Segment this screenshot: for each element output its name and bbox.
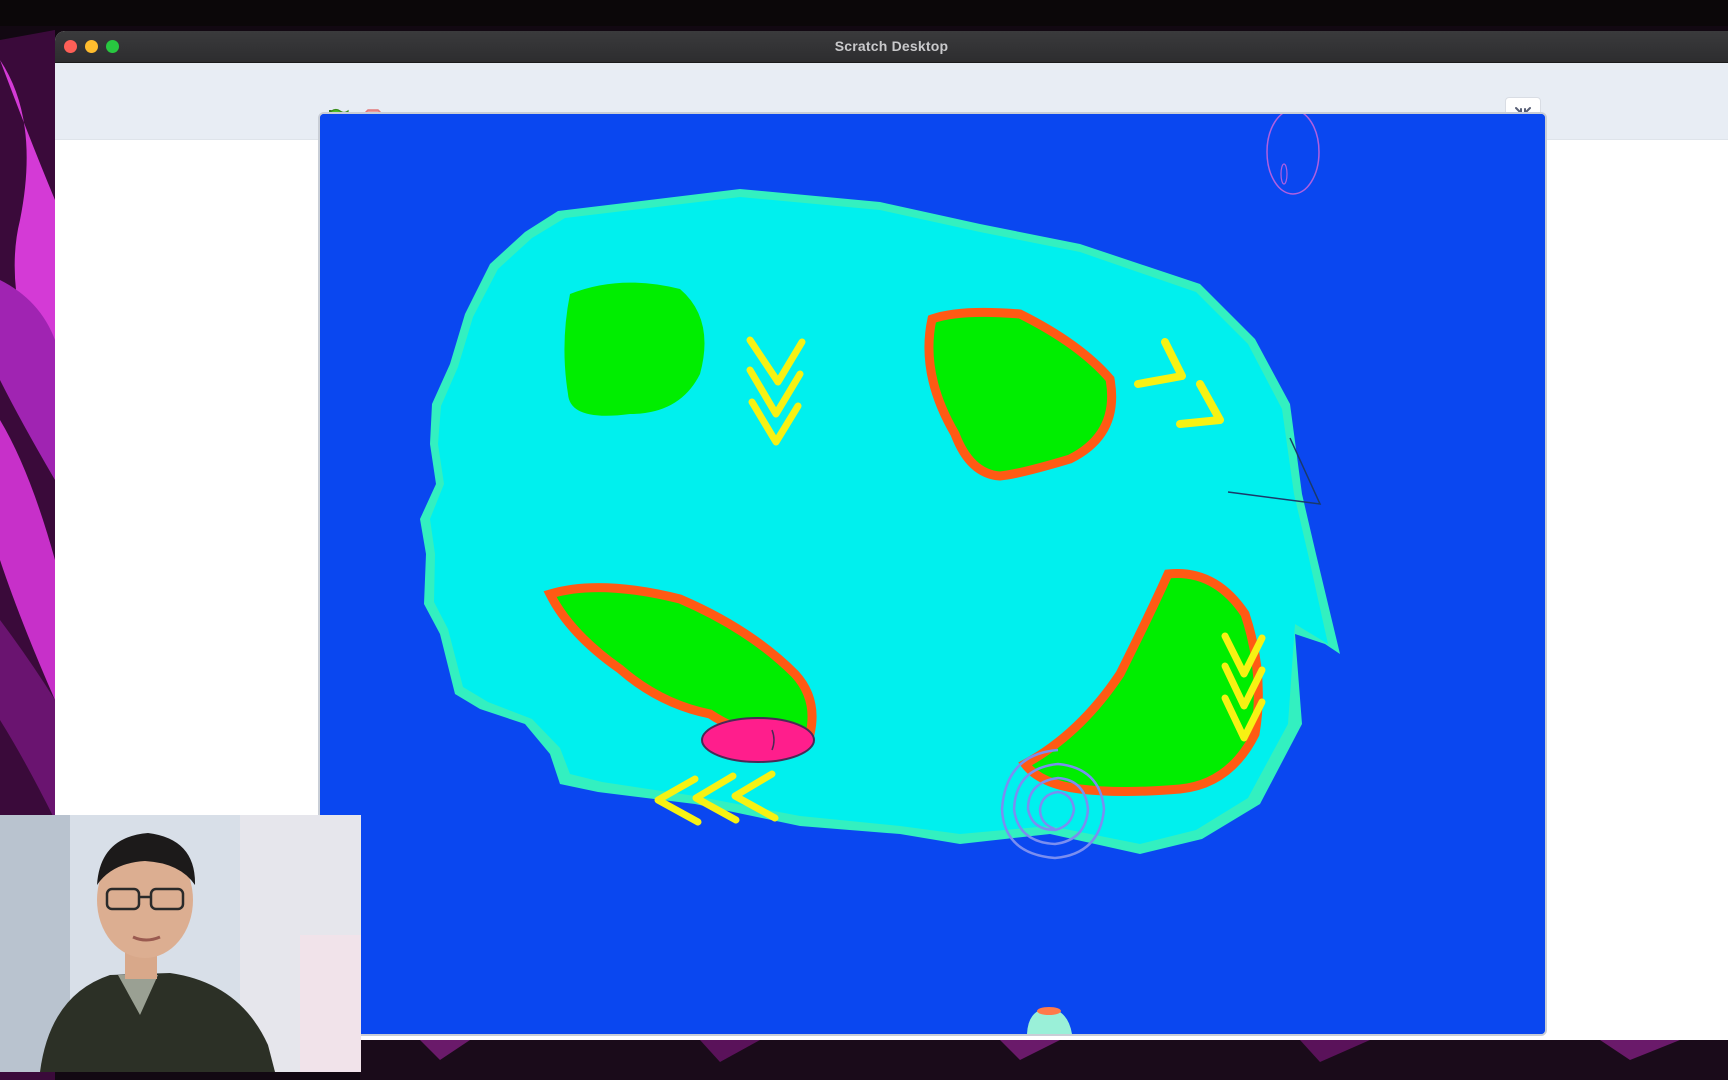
stage-drawing bbox=[320, 114, 1545, 1034]
stage-canvas[interactable] bbox=[318, 112, 1547, 1036]
pink-target bbox=[701, 717, 815, 763]
grass-patch-top-left bbox=[564, 282, 705, 416]
title-bar[interactable]: Scratch Desktop bbox=[55, 31, 1728, 63]
menu-bar-strip bbox=[0, 0, 1728, 26]
webcam-overlay bbox=[0, 815, 361, 1072]
window-title: Scratch Desktop bbox=[834, 38, 949, 54]
